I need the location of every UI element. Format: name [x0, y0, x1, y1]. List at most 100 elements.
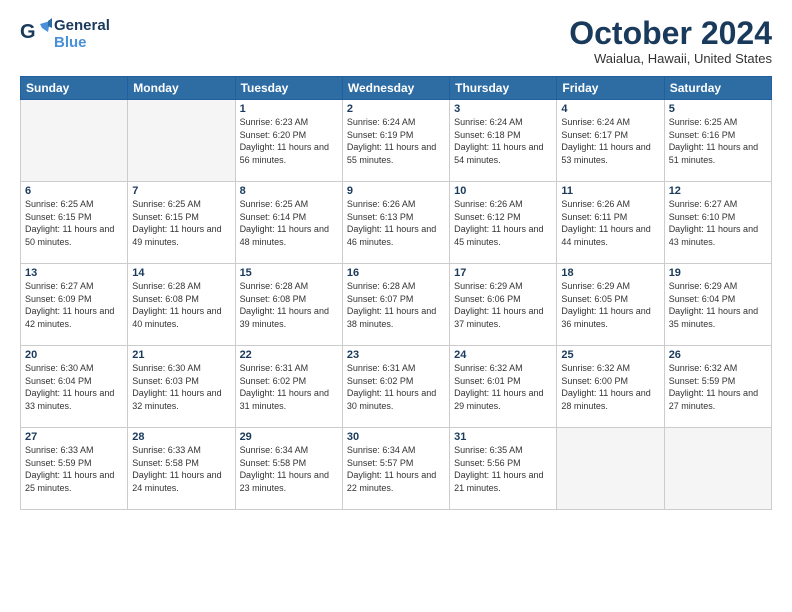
calendar-table: Sunday Monday Tuesday Wednesday Thursday… [20, 76, 772, 510]
daylight-label: Daylight: 11 hours and 44 minutes. [561, 224, 650, 247]
calendar-cell [664, 428, 771, 510]
calendar-cell: 9Sunrise: 6:26 AMSunset: 6:13 PMDaylight… [342, 182, 449, 264]
sunset-label: Sunset: 6:19 PM [347, 130, 414, 140]
sunrise-label: Sunrise: 6:32 AM [669, 363, 738, 373]
day-info: Sunrise: 6:30 AMSunset: 6:03 PMDaylight:… [132, 362, 230, 412]
daylight-label: Daylight: 11 hours and 43 minutes. [669, 224, 758, 247]
day-info: Sunrise: 6:29 AMSunset: 6:05 PMDaylight:… [561, 280, 659, 330]
day-info: Sunrise: 6:32 AMSunset: 6:01 PMDaylight:… [454, 362, 552, 412]
day-number: 1 [240, 103, 338, 115]
day-number: 3 [454, 103, 552, 115]
calendar-cell: 4Sunrise: 6:24 AMSunset: 6:17 PMDaylight… [557, 100, 664, 182]
daylight-label: Daylight: 11 hours and 31 minutes. [240, 388, 329, 411]
calendar-cell: 18Sunrise: 6:29 AMSunset: 6:05 PMDayligh… [557, 264, 664, 346]
daylight-label: Daylight: 11 hours and 42 minutes. [25, 306, 114, 329]
sunset-label: Sunset: 6:16 PM [669, 130, 736, 140]
day-number: 29 [240, 431, 338, 443]
daylight-label: Daylight: 11 hours and 56 minutes. [240, 142, 329, 165]
day-info: Sunrise: 6:25 AMSunset: 6:15 PMDaylight:… [132, 198, 230, 248]
day-info: Sunrise: 6:26 AMSunset: 6:11 PMDaylight:… [561, 198, 659, 248]
sunset-label: Sunset: 6:00 PM [561, 376, 628, 386]
calendar-cell: 13Sunrise: 6:27 AMSunset: 6:09 PMDayligh… [21, 264, 128, 346]
day-number: 26 [669, 349, 767, 361]
day-info: Sunrise: 6:31 AMSunset: 6:02 PMDaylight:… [347, 362, 445, 412]
calendar-cell: 11Sunrise: 6:26 AMSunset: 6:11 PMDayligh… [557, 182, 664, 264]
daylight-label: Daylight: 11 hours and 40 minutes. [132, 306, 221, 329]
sunrise-label: Sunrise: 6:31 AM [240, 363, 309, 373]
sunset-label: Sunset: 6:08 PM [132, 294, 199, 304]
daylight-label: Daylight: 11 hours and 22 minutes. [347, 470, 436, 493]
sunrise-label: Sunrise: 6:23 AM [240, 117, 309, 127]
day-info: Sunrise: 6:33 AMSunset: 5:59 PMDaylight:… [25, 444, 123, 494]
sunrise-label: Sunrise: 6:25 AM [240, 199, 309, 209]
day-info: Sunrise: 6:24 AMSunset: 6:17 PMDaylight:… [561, 116, 659, 166]
sunrise-label: Sunrise: 6:32 AM [561, 363, 630, 373]
day-number: 14 [132, 267, 230, 279]
daylight-label: Daylight: 11 hours and 35 minutes. [669, 306, 758, 329]
calendar-cell: 24Sunrise: 6:32 AMSunset: 6:01 PMDayligh… [450, 346, 557, 428]
sunrise-label: Sunrise: 6:24 AM [347, 117, 416, 127]
calendar-cell: 29Sunrise: 6:34 AMSunset: 5:58 PMDayligh… [235, 428, 342, 510]
col-monday: Monday [128, 77, 235, 100]
day-number: 19 [669, 267, 767, 279]
daylight-label: Daylight: 11 hours and 21 minutes. [454, 470, 543, 493]
sunrise-label: Sunrise: 6:33 AM [132, 445, 201, 455]
calendar-cell: 26Sunrise: 6:32 AMSunset: 5:59 PMDayligh… [664, 346, 771, 428]
sunrise-label: Sunrise: 6:32 AM [454, 363, 523, 373]
daylight-label: Daylight: 11 hours and 23 minutes. [240, 470, 329, 493]
day-info: Sunrise: 6:31 AM Sunset: 6:02 PM Daylight:… [240, 362, 338, 412]
calendar-cell: 23Sunrise: 6:31 AMSunset: 6:02 PMDayligh… [342, 346, 449, 428]
sunrise-label: Sunrise: 6:24 AM [454, 117, 523, 127]
day-info: Sunrise: 6:28 AMSunset: 6:08 PMDaylight:… [240, 280, 338, 330]
sunrise-label: Sunrise: 6:26 AM [347, 199, 416, 209]
day-info: Sunrise: 6:26 AMSunset: 6:12 PMDaylight:… [454, 198, 552, 248]
month-title: October 2024 [569, 16, 772, 51]
sunrise-label: Sunrise: 6:26 AM [561, 199, 630, 209]
day-number: 10 [454, 185, 552, 197]
sunrise-label: Sunrise: 6:25 AM [669, 117, 738, 127]
page-container: G General Blue October 2024 Waialua, Haw… [0, 0, 792, 612]
daylight-label: Daylight: 11 hours and 38 minutes. [347, 306, 436, 329]
calendar-week-4: 20Sunrise: 6:30 AMSunset: 6:04 PMDayligh… [21, 346, 772, 428]
sunset-label: Sunset: 6:02 PM [347, 376, 414, 386]
day-number: 22 [240, 349, 338, 361]
day-number: 9 [347, 185, 445, 197]
title-block: October 2024 Waialua, Hawaii, United Sta… [569, 16, 772, 66]
day-info: Sunrise: 6:32 AMSunset: 5:59 PMDaylight:… [669, 362, 767, 412]
col-wednesday: Wednesday [342, 77, 449, 100]
col-tuesday: Tuesday [235, 77, 342, 100]
day-number: 8 [240, 185, 338, 197]
calendar-cell: 22 Sunrise: 6:31 AM Sunset: 6:02 PM Dayligh… [235, 346, 342, 428]
day-info: Sunrise: 6:25 AMSunset: 6:14 PMDaylight:… [240, 198, 338, 248]
daylight-label: Daylight: 11 hours and 39 minutes. [240, 306, 329, 329]
calendar-cell: 6Sunrise: 6:25 AMSunset: 6:15 PMDaylight… [21, 182, 128, 264]
sunrise-label: Sunrise: 6:30 AM [25, 363, 94, 373]
calendar-cell: 27Sunrise: 6:33 AMSunset: 5:59 PMDayligh… [21, 428, 128, 510]
day-info: Sunrise: 6:32 AMSunset: 6:00 PMDaylight:… [561, 362, 659, 412]
day-number: 13 [25, 267, 123, 279]
day-info: Sunrise: 6:34 AMSunset: 5:58 PMDaylight:… [240, 444, 338, 494]
calendar-cell: 2Sunrise: 6:24 AMSunset: 6:19 PMDaylight… [342, 100, 449, 182]
calendar-cell: 28Sunrise: 6:33 AMSunset: 5:58 PMDayligh… [128, 428, 235, 510]
day-number: 18 [561, 267, 659, 279]
sunrise-label: Sunrise: 6:25 AM [25, 199, 94, 209]
sunrise-label: Sunrise: 6:35 AM [454, 445, 523, 455]
calendar-week-5: 27Sunrise: 6:33 AMSunset: 5:59 PMDayligh… [21, 428, 772, 510]
daylight-label: Daylight: 11 hours and 55 minutes. [347, 142, 436, 165]
daylight-label: Daylight: 11 hours and 49 minutes. [132, 224, 221, 247]
daylight-label: Daylight: 11 hours and 50 minutes. [25, 224, 114, 247]
day-number: 16 [347, 267, 445, 279]
sunrise-label: Sunrise: 6:25 AM [132, 199, 201, 209]
day-number: 25 [561, 349, 659, 361]
sunset-label: Sunset: 6:06 PM [454, 294, 521, 304]
day-number: 12 [669, 185, 767, 197]
day-info: Sunrise: 6:23 AM Sunset: 6:20 PM Daylight:… [240, 116, 338, 166]
sunrise-label: Sunrise: 6:30 AM [132, 363, 201, 373]
sunset-label: Sunset: 6:02 PM [240, 376, 307, 386]
sunset-label: Sunset: 6:15 PM [25, 212, 92, 222]
day-info: Sunrise: 6:28 AMSunset: 6:08 PMDaylight:… [132, 280, 230, 330]
sunset-label: Sunset: 6:20 PM [240, 130, 307, 140]
sunrise-label: Sunrise: 6:24 AM [561, 117, 630, 127]
sunrise-label: Sunrise: 6:29 AM [669, 281, 738, 291]
calendar-cell: 15Sunrise: 6:28 AMSunset: 6:08 PMDayligh… [235, 264, 342, 346]
